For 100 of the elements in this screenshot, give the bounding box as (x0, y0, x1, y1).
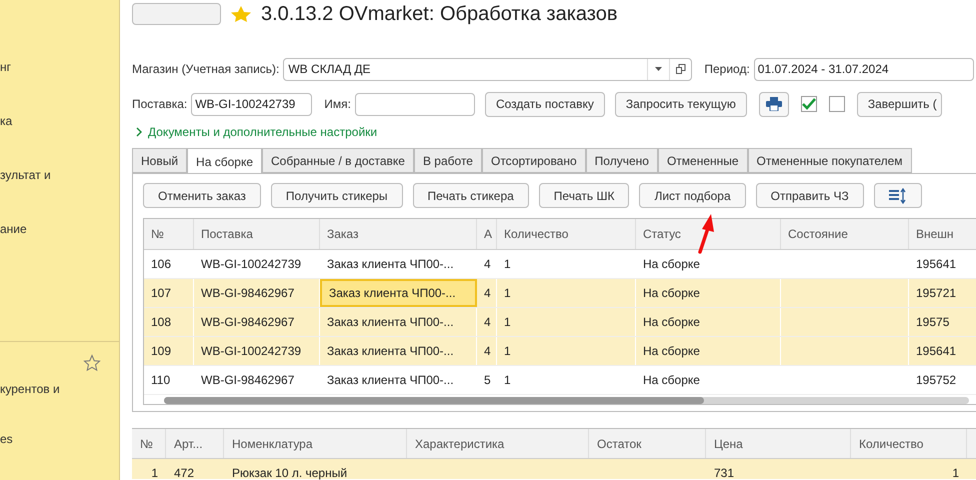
table-cell: 195721 (909, 279, 976, 307)
printer-icon (766, 97, 782, 111)
table-cell: WB-GI-100242739 (194, 337, 320, 365)
column-header[interactable]: Арт... (166, 429, 224, 458)
table-cell: Заказ клиента ЧП00-... (320, 250, 477, 278)
column-header[interactable]: Поставка (194, 219, 320, 249)
table-cell: WB-GI-100242739 (194, 250, 320, 278)
name-label: Имя: (324, 96, 351, 113)
table-row[interactable]: 108 WB-GI-98462967 Заказ клиента ЧП00-... 4 1 На сборке 19575 (144, 308, 976, 337)
period-label: Период: (704, 61, 750, 78)
supply-field[interactable]: WB-GI-100242739 (191, 92, 312, 116)
table-cell: 106 (144, 250, 194, 278)
tab[interactable]: В работе (414, 148, 482, 173)
table-cell-text: 472 (173, 465, 196, 479)
column-header[interactable]: А (477, 219, 497, 249)
sort-icon (888, 188, 907, 204)
table-cell: 1 (497, 279, 636, 307)
table-cell: 1 (497, 337, 636, 365)
column-header[interactable]: Характеристика (407, 429, 589, 458)
table-cell: 4 (477, 337, 497, 365)
tab[interactable]: Отмененные покупателем (748, 148, 912, 173)
table-cell: WB-GI-98462967 (194, 366, 320, 394)
sidebar-item[interactable]: зультат и (0, 166, 119, 220)
star-icon[interactable] (231, 6, 251, 22)
table-cell: Заказ клиента ЧП00-... (320, 337, 477, 365)
tab[interactable]: Отсортировано (482, 148, 586, 173)
table-row[interactable]: 1 472 Рюкзак 10 л. черный 731 1 (132, 459, 976, 479)
sort-button[interactable] (874, 183, 922, 208)
tab[interactable]: Новый (132, 148, 188, 173)
table-cell: 107 (144, 279, 194, 307)
table-cell: 4 (477, 279, 497, 307)
table-cell-text: Рюкзак 10 л. черный (231, 465, 348, 479)
table-cell: Заказ клиента ЧП00-... (320, 308, 477, 336)
checkbox[interactable] (800, 96, 817, 112)
table-cell: 19575 (909, 308, 976, 336)
table-cell-text: 731 (713, 465, 736, 479)
table-cell: 1 (497, 366, 636, 394)
section-link[interactable]: Документы и дополнительные настройки (148, 123, 378, 141)
print-button[interactable] (758, 92, 789, 116)
tab[interactable]: Получено (586, 148, 658, 173)
sidebar-item[interactable]: ка (0, 112, 119, 166)
scrollbar[interactable] (164, 397, 969, 404)
toolbar-button[interactable]: Печать стикера (412, 183, 529, 208)
column-header[interactable]: Количество (497, 219, 636, 249)
column-header[interactable]: Состояние (781, 219, 909, 249)
table-row[interactable]: 107 WB-GI-98462967 Заказ клиента ЧП00-... 4 1 На сборке 195721 (144, 279, 976, 308)
column-header[interactable]: № (144, 219, 194, 249)
finish-button[interactable]: Завершить ( (856, 92, 942, 116)
action-button[interactable]: Создать поставку (484, 92, 605, 116)
toolbar-button[interactable]: Отправить ЧЗ (756, 183, 864, 208)
star-icon[interactable] (83, 354, 101, 372)
table-cell: 5 (477, 366, 497, 394)
shop-field[interactable]: WB СКЛАД ДЕ (283, 58, 692, 80)
table-cell: На сборке (636, 366, 781, 394)
table-cell-text: 1 (150, 465, 159, 479)
sidebar-item[interactable]: ание (0, 220, 119, 274)
table-cell: Заказ клиента ЧП00-... (320, 279, 477, 307)
chevron-icon[interactable] (136, 127, 142, 137)
period-field[interactable]: 01.07.2024 - 31.07.2024 (754, 58, 974, 80)
table-cell: На сборке (636, 279, 781, 307)
column-header[interactable]: Номенклатура (224, 429, 407, 458)
name-field[interactable] (354, 92, 475, 116)
table-cell: 4 (477, 250, 497, 278)
toolbar-button[interactable]: Получить стикеры (270, 183, 403, 208)
action-button[interactable]: Запросить текущую (614, 92, 747, 116)
checkbox[interactable] (828, 96, 845, 112)
toolbar-button[interactable]: Отменить заказ (143, 183, 261, 208)
supply-label: Поставка: (132, 96, 188, 113)
column-header[interactable]: Заказ (320, 219, 477, 249)
table-cell: Заказ клиента ЧП00-... (320, 366, 477, 394)
table-cell: 195641 (909, 337, 976, 365)
table-cell: 109 (144, 337, 194, 365)
toolbar-button[interactable]: Печать ШК (538, 183, 630, 208)
table-cell: На сборке (636, 250, 781, 278)
toolbar-button[interactable]: Лист подбора (639, 183, 746, 208)
table-row[interactable]: 109 WB-GI-100242739 Заказ клиента ЧП00-... 4 1 На сборке 195641 (144, 337, 976, 366)
column-header[interactable]: Остаток (589, 429, 706, 458)
table-cell: 108 (144, 308, 194, 336)
tab[interactable]: На сборке (187, 148, 262, 174)
column-header[interactable]: Цена (706, 429, 851, 458)
table-cell: WB-GI-98462967 (194, 308, 320, 336)
shop-label: Магазин (Учетная запись): (132, 61, 280, 78)
table-cell: На сборке (636, 337, 781, 365)
table-cell: 1 (497, 308, 636, 336)
table-cell: 1 (497, 250, 636, 278)
table-cell: На сборке (636, 308, 781, 336)
column-header[interactable]: Количество (851, 429, 967, 458)
table-cell: 195752 (909, 366, 976, 394)
table-cell: 4 (477, 308, 497, 336)
arrow-drawing (696, 214, 716, 254)
tab[interactable]: Собранные / в доставке (262, 148, 414, 173)
sidebar-item[interactable]: es (0, 430, 119, 480)
table-cell-text: 1 (951, 465, 960, 479)
sidebar-item[interactable]: нг (0, 58, 119, 112)
tab[interactable]: Отмененные (658, 148, 748, 173)
window-title: 3.0.13.2 OVmarket: Обработка заказов (261, 2, 618, 27)
table-cell: 110 (144, 366, 194, 394)
column-header[interactable]: Внешн (909, 219, 976, 249)
sidebar-item[interactable]: курентов и (0, 380, 119, 430)
column-header[interactable]: № (132, 429, 166, 458)
